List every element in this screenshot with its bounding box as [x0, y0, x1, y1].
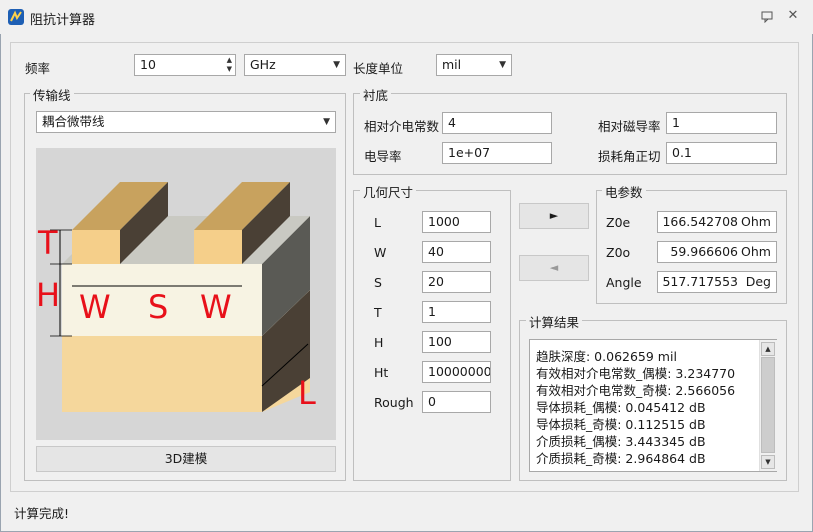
- conductivity-label: 电导率: [364, 149, 402, 164]
- substrate-group-title: 衬底: [360, 85, 392, 104]
- geometry-param-label: S: [374, 275, 382, 290]
- er-input[interactable]: 4: [442, 112, 552, 134]
- electrical-param-value: 517.717553: [662, 274, 738, 289]
- close-icon[interactable]: ✕: [786, 9, 800, 23]
- geometry-group-title: 几何尺寸: [360, 182, 417, 201]
- electrical-param-output[interactable]: 517.717553 Deg: [657, 271, 777, 293]
- geometry-param-input[interactable]: 1: [422, 301, 491, 323]
- geometry-param-input[interactable]: 0: [422, 391, 491, 413]
- geometry-param-label: H: [374, 335, 384, 350]
- forward-calc-button[interactable]: ►: [519, 203, 589, 229]
- reverse-calc-button[interactable]: ◄: [519, 255, 589, 281]
- tline-type-select[interactable]: 耦合微带线 ▼: [36, 111, 336, 133]
- conductivity-input[interactable]: 1e+07: [442, 142, 552, 164]
- label-H: H: [36, 276, 61, 314]
- electrical-param-value: 166.542708: [662, 214, 738, 229]
- status-text: 计算完成!: [14, 506, 70, 521]
- label-W1: W: [79, 288, 111, 326]
- chevron-down-icon: ▼: [499, 60, 506, 70]
- app-icon: [8, 9, 24, 25]
- electrical-param-label: Z0e: [606, 215, 631, 230]
- results-group-title: 计算结果: [526, 312, 583, 331]
- label-W2: W: [200, 288, 232, 326]
- title-bar: 阻抗计算器 ✕: [0, 0, 813, 34]
- scroll-thumb[interactable]: [761, 357, 775, 453]
- electrical-param-label: Z0o: [606, 245, 631, 260]
- results-scrollbar[interactable]: ▲ ▼: [759, 340, 777, 471]
- electrical-param-output[interactable]: 166.542708 Ohm: [657, 211, 777, 233]
- geometry-param-input[interactable]: 40: [422, 241, 491, 263]
- electrical-param-value: 59.966606: [670, 244, 738, 259]
- label-T: T: [38, 224, 58, 262]
- build-3d-button[interactable]: 3D建模: [36, 446, 336, 472]
- spin-down-icon[interactable]: ▼: [227, 65, 232, 73]
- geometry-param-label: Ht: [374, 365, 389, 380]
- frequency-input[interactable]: 10 ▲ ▼: [134, 54, 236, 76]
- window-title: 阻抗计算器: [30, 13, 96, 28]
- tand-label: 损耗角正切: [598, 149, 661, 164]
- electrical-param-unit: Deg: [745, 274, 771, 289]
- electrical-param-unit: Ohm: [741, 244, 771, 259]
- scroll-down-icon[interactable]: ▼: [761, 455, 775, 469]
- length-unit-label: 长度单位: [353, 61, 404, 76]
- electrical-param-label: Angle: [606, 275, 642, 290]
- tline-group-title: 传输线: [30, 85, 74, 104]
- er-label: 相对介电常数: [364, 119, 440, 134]
- geometry-param-input[interactable]: 10000000: [422, 361, 491, 383]
- label-L: L: [298, 374, 316, 412]
- geometry-param-label: W: [374, 245, 387, 260]
- geometry-param-label: T: [374, 305, 382, 320]
- mur-label: 相对磁导率: [598, 119, 661, 134]
- geometry-param-input[interactable]: 1000: [422, 211, 491, 233]
- geometry-param-label: Rough: [374, 395, 414, 410]
- frequency-unit-select[interactable]: GHz ▼: [244, 54, 346, 76]
- electrical-param-output[interactable]: 59.966606 Ohm: [657, 241, 777, 263]
- coupled-microstrip-diagram: T H W S W L: [36, 148, 336, 440]
- electrical-param-unit: Ohm: [741, 214, 771, 229]
- length-unit-select[interactable]: mil ▼: [436, 54, 512, 76]
- chevron-down-icon: ▼: [323, 117, 330, 127]
- scroll-up-icon[interactable]: ▲: [761, 342, 775, 356]
- results-textbox[interactable]: 趋肤深度: 0.062659 mil 有效相对介电常数_偶模: 3.234770 有…: [529, 339, 777, 472]
- spin-up-icon[interactable]: ▲: [227, 56, 232, 64]
- chat-bubble-icon[interactable]: [760, 9, 774, 24]
- mur-input[interactable]: 1: [666, 112, 777, 134]
- electrical-group-title: 电参数: [602, 182, 646, 201]
- chevron-down-icon: ▼: [333, 60, 340, 70]
- geometry-param-label: L: [374, 215, 381, 230]
- geometry-param-input[interactable]: 20: [422, 271, 491, 293]
- result-line: 介质损耗_奇模: 2.964864 dB: [536, 451, 706, 466]
- geometry-param-input[interactable]: 100: [422, 331, 491, 353]
- label-S: S: [148, 288, 169, 326]
- tand-input[interactable]: 0.1: [666, 142, 777, 164]
- frequency-label: 频率: [25, 61, 51, 76]
